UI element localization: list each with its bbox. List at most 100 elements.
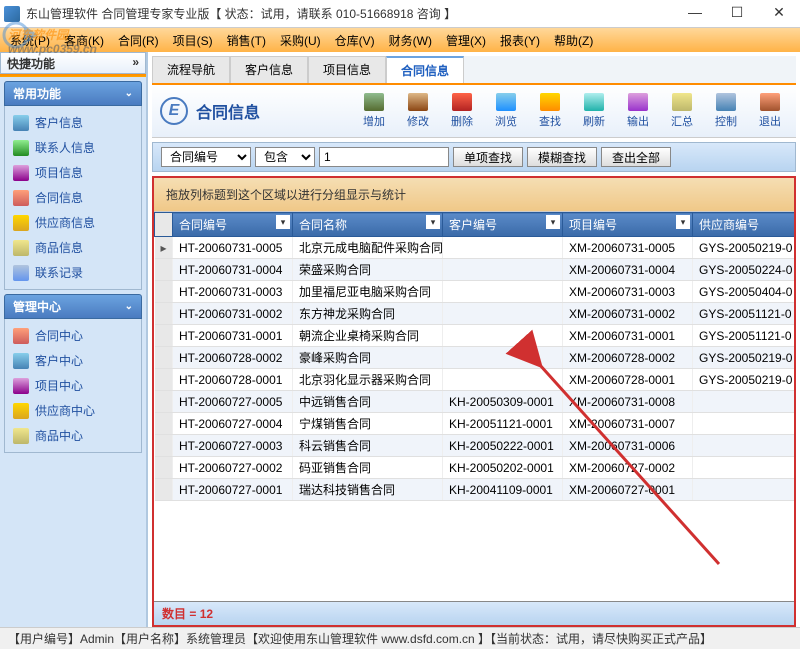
left-sidebar: 快捷功能 » 常用功能⌄ 客户信息 联系人信息 项目信息 合同信息 供应商信息 … xyxy=(0,52,148,627)
exit-button[interactable]: 退出 xyxy=(752,91,788,131)
sidebar-item-supplier[interactable]: 供应商信息 xyxy=(7,210,139,235)
grid-scroll[interactable]: 合同编号▾ 合同名称▾ 客户编号▾ 项目编号▾ 供应商编号▾ ▸HT-20060… xyxy=(154,212,794,601)
sidebar-item-contract[interactable]: 合同信息 xyxy=(7,185,139,210)
title-bar: 东山管理软件 合同管理专家专业版【 状态：试用，请联系 010-51668918… xyxy=(0,0,800,28)
search-all-button[interactable]: 查出全部 xyxy=(601,147,671,167)
tab-customer[interactable]: 客户信息 xyxy=(230,56,308,83)
menu-project[interactable]: 项目(S) xyxy=(167,30,219,51)
browse-button[interactable]: 浏览 xyxy=(488,91,524,131)
menu-contract[interactable]: 合同(R) xyxy=(112,30,165,51)
menu-finance[interactable]: 财务(W) xyxy=(383,30,438,51)
group-common-header[interactable]: 常用功能⌄ xyxy=(4,81,142,106)
sidebar-item-contract-center[interactable]: 合同中心 xyxy=(7,323,139,348)
sidebar-item-project[interactable]: 项目信息 xyxy=(7,160,139,185)
control-icon xyxy=(716,93,736,111)
edit-icon xyxy=(408,93,428,111)
close-button[interactable]: ✕ xyxy=(762,4,796,24)
row-count-label: 数目 = 12 xyxy=(162,607,213,621)
fuzzy-search-button[interactable]: 模糊查找 xyxy=(527,147,597,167)
search-icon xyxy=(540,93,560,111)
refresh-button[interactable]: 刷新 xyxy=(576,91,612,131)
maximize-button[interactable]: ☐ xyxy=(720,4,754,24)
project-icon xyxy=(13,378,29,394)
dropdown-icon[interactable]: ▾ xyxy=(276,215,290,229)
col-project-no[interactable]: 项目编号▾ xyxy=(563,213,693,237)
filter-value-input[interactable] xyxy=(319,147,449,167)
edit-button[interactable]: 修改 xyxy=(400,91,436,131)
chevron-icon: ⌄ xyxy=(125,88,133,99)
menu-warehouse[interactable]: 仓库(V) xyxy=(329,30,381,51)
window-title: 东山管理软件 合同管理专家专业版【 状态：试用，请联系 010-51668918… xyxy=(26,5,678,22)
menu-manage[interactable]: 管理(X) xyxy=(440,30,492,51)
product-icon xyxy=(13,240,29,256)
record-icon xyxy=(13,265,29,281)
menu-purchase[interactable]: 采购(U) xyxy=(274,30,327,51)
export-button[interactable]: 输出 xyxy=(620,91,656,131)
control-button[interactable]: 控制 xyxy=(708,91,744,131)
table-row[interactable]: HT-20060727-0004宁煤销售合同KH-20051121-0001XM… xyxy=(155,413,795,435)
sidebar-item-customer[interactable]: 客户信息 xyxy=(7,110,139,135)
dropdown-icon[interactable]: ▾ xyxy=(676,215,690,229)
tab-bar: 流程导航 客户信息 项目信息 合同信息 xyxy=(152,56,796,85)
dropdown-icon[interactable]: ▾ xyxy=(426,215,440,229)
sidebar-item-contact[interactable]: 联系人信息 xyxy=(7,135,139,160)
product-icon xyxy=(13,428,29,444)
sidebar-item-product-center[interactable]: 商品中心 xyxy=(7,423,139,448)
export-icon xyxy=(628,93,648,111)
table-row[interactable]: HT-20060731-0002东方神龙采购合同XM-20060731-0002… xyxy=(155,303,795,325)
col-customer-no[interactable]: 客户编号▾ xyxy=(443,213,563,237)
filter-op-select[interactable]: 包含 xyxy=(255,147,315,167)
customer-icon xyxy=(13,353,29,369)
tab-flow[interactable]: 流程导航 xyxy=(152,56,230,83)
single-search-button[interactable]: 单项查找 xyxy=(453,147,523,167)
search-button[interactable]: 查找 xyxy=(532,91,568,131)
menu-keshang[interactable]: 客商(K) xyxy=(58,30,110,51)
content-header: E 合同信息 增加 修改 删除 浏览 查找 刷新 输出 汇总 控制 退出 xyxy=(152,85,796,138)
content-title-icon: E xyxy=(160,97,188,125)
sidebar-item-product[interactable]: 商品信息 xyxy=(7,235,139,260)
group-center-header[interactable]: 管理中心⌄ xyxy=(4,294,142,319)
delete-icon xyxy=(452,93,472,111)
tab-project[interactable]: 项目信息 xyxy=(308,56,386,83)
summary-button[interactable]: 汇总 xyxy=(664,91,700,131)
exit-icon xyxy=(760,93,780,111)
status-bar: 【用户编号】Admin【用户名称】系统管理员【欢迎使用东山管理软件 www.ds… xyxy=(0,627,800,649)
col-supplier-no[interactable]: 供应商编号▾ xyxy=(693,213,795,237)
toolbar: 增加 修改 删除 浏览 查找 刷新 输出 汇总 控制 退出 xyxy=(356,91,788,131)
col-contract-name[interactable]: 合同名称▾ xyxy=(293,213,443,237)
sidebar-item-record[interactable]: 联系记录 xyxy=(7,260,139,285)
table-row[interactable]: HT-20060727-0005中远销售合同KH-20050309-0001XM… xyxy=(155,391,795,413)
contract-icon xyxy=(13,328,29,344)
table-row[interactable]: HT-20060731-0001朝流企业桌椅采购合同XM-20060731-00… xyxy=(155,325,795,347)
table-row[interactable]: HT-20060728-0001北京羽化显示器采购合同XM-20060728-0… xyxy=(155,369,795,391)
dropdown-icon[interactable]: ▾ xyxy=(546,215,560,229)
menu-sales[interactable]: 销售(T) xyxy=(221,30,272,51)
watermark-logo xyxy=(2,20,42,50)
sidebar-item-supplier-center[interactable]: 供应商中心 xyxy=(7,398,139,423)
table-row[interactable]: HT-20060731-0004荣盛采购合同XM-20060731-0004GY… xyxy=(155,259,795,281)
table-row[interactable]: HT-20060727-0003科云销售合同KH-20050222-0001XM… xyxy=(155,435,795,457)
table-row[interactable]: HT-20060727-0001瑞达科技销售合同KH-20041109-0001… xyxy=(155,479,795,501)
table-row[interactable]: ▸HT-20060731-0005北京元成电脑配件采购合同XM-20060731… xyxy=(155,237,795,259)
menu-help[interactable]: 帮助(Z) xyxy=(548,30,599,51)
contract-icon xyxy=(13,190,29,206)
table-row[interactable]: HT-20060727-0002码亚销售合同KH-20050202-0001XM… xyxy=(155,457,795,479)
sidebar-item-project-center[interactable]: 项目中心 xyxy=(7,373,139,398)
browse-icon xyxy=(496,93,516,111)
tab-contract[interactable]: 合同信息 xyxy=(386,56,464,83)
menu-report[interactable]: 报表(Y) xyxy=(494,30,546,51)
minimize-button[interactable]: — xyxy=(678,4,712,24)
delete-button[interactable]: 删除 xyxy=(444,91,480,131)
add-button[interactable]: 增加 xyxy=(356,91,392,131)
data-grid: 合同编号▾ 合同名称▾ 客户编号▾ 项目编号▾ 供应商编号▾ ▸HT-20060… xyxy=(154,212,794,501)
filter-field-select[interactable]: 合同编号 xyxy=(161,147,251,167)
main-content: 流程导航 客户信息 项目信息 合同信息 E 合同信息 增加 修改 删除 浏览 查… xyxy=(148,52,800,627)
table-row[interactable]: HT-20060731-0003加里福尼亚电脑采购合同XM-20060731-0… xyxy=(155,281,795,303)
group-center-content: 合同中心 客户中心 项目中心 供应商中心 商品中心 xyxy=(4,319,142,453)
window-controls: — ☐ ✕ xyxy=(678,4,796,24)
group-zone[interactable]: 拖放列标题到这个区域以进行分组显示与统计 xyxy=(154,178,794,212)
table-row[interactable]: HT-20060728-0002豪峰采购合同XM-20060728-0002GY… xyxy=(155,347,795,369)
collapse-icon[interactable]: » xyxy=(132,55,139,69)
sidebar-item-customer-center[interactable]: 客户中心 xyxy=(7,348,139,373)
col-contract-no[interactable]: 合同编号▾ xyxy=(173,213,293,237)
